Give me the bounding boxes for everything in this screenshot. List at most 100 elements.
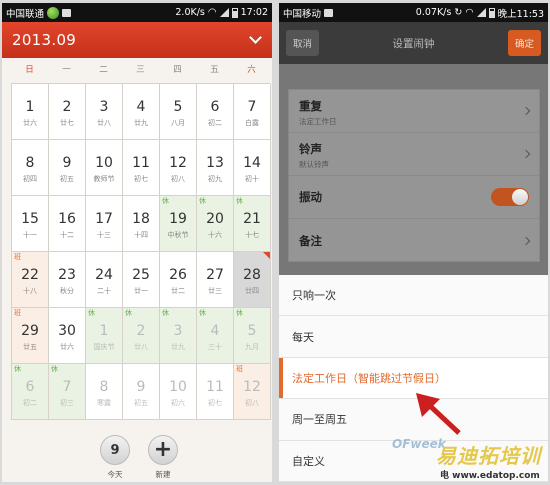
alarm-settings-card: 重复 法定工作日 铃声 默认铃声 振动 备注 <box>288 89 540 262</box>
day-cell[interactable]: 16 十二 <box>49 196 86 252</box>
day-cell[interactable]: 11 初七 <box>197 364 234 420</box>
day-number: 8 <box>25 155 35 171</box>
day-number: 28 <box>243 267 261 283</box>
chevron-down-icon[interactable] <box>249 31 262 44</box>
option-daily[interactable]: 每天 <box>279 316 548 358</box>
day-number: 19 <box>169 211 187 227</box>
day-cell[interactable]: 9 初五 <box>123 364 160 420</box>
setting-row-note[interactable]: 备注 <box>289 219 539 262</box>
action-bar: 取消 设置闹钟 确定 <box>279 22 548 64</box>
day-cell[interactable]: 9 初五 <box>49 140 86 196</box>
day-number: 7 <box>62 379 72 395</box>
holiday-badge: 休 <box>88 309 95 317</box>
lunar-label: 中秋节 <box>167 231 189 239</box>
lunar-label: 十三 <box>97 231 111 239</box>
day-number: 1 <box>99 323 109 339</box>
day-cell[interactable]: 25 廿一 <box>123 252 160 308</box>
day-cell[interactable]: 休 6 初二 <box>12 364 49 420</box>
lunar-label: 廿七 <box>60 119 74 127</box>
left-phone-calendar: 中国联通 2.0K/s ◠ 17:02 2013.09 日 一 二 三 四 五 六 1 廿六 2… <box>2 3 272 482</box>
day-cell[interactable]: 14 初十 <box>234 140 271 196</box>
holiday-badge: 休 <box>199 309 206 317</box>
day-cell[interactable]: 2 廿七 <box>49 84 86 140</box>
today-button[interactable]: 9 <box>100 435 130 465</box>
day-number: 23 <box>58 267 76 283</box>
day-cell[interactable]: 26 廿二 <box>160 252 197 308</box>
cancel-button[interactable]: 取消 <box>286 30 320 56</box>
day-cell[interactable]: 15 十一 <box>12 196 49 252</box>
day-cell[interactable]: 8 寒露 <box>86 364 123 420</box>
setting-row-ringtone[interactable]: 铃声 默认铃声 <box>289 133 539 176</box>
day-cell[interactable]: 休 19 中秋节 <box>160 196 197 252</box>
holiday-badge: 休 <box>236 197 243 205</box>
weekday-label: 六 <box>247 65 256 75</box>
day-number: 14 <box>243 155 261 171</box>
day-cell[interactable]: 3 廿八 <box>86 84 123 140</box>
day-cell[interactable]: 4 廿九 <box>123 84 160 140</box>
option-once[interactable]: 只响一次 <box>279 275 548 317</box>
lunar-label: 廿六 <box>60 343 74 351</box>
battery-icon <box>488 7 495 18</box>
lunar-label: 十六 <box>208 231 222 239</box>
day-cell[interactable]: 休 1 国庆节 <box>86 308 123 364</box>
lunar-label: 初三 <box>60 399 74 407</box>
day-cell[interactable]: 8 初四 <box>12 140 49 196</box>
day-cell[interactable]: 17 十三 <box>86 196 123 252</box>
day-cell[interactable]: 休 20 十六 <box>197 196 234 252</box>
day-cell[interactable]: 班 29 廿五 <box>12 308 49 364</box>
weekday-label: 四 <box>173 65 182 75</box>
day-cell[interactable]: 10 初六 <box>160 364 197 420</box>
red-arrow-annotation <box>416 393 461 435</box>
vibrate-toggle[interactable] <box>491 188 529 206</box>
day-cell[interactable]: 28 廿四 <box>234 252 271 308</box>
day-cell[interactable]: 11 初七 <box>123 140 160 196</box>
day-cell[interactable]: 13 初九 <box>197 140 234 196</box>
day-cell[interactable]: 休 7 初三 <box>49 364 86 420</box>
day-cell[interactable]: 5 八月 <box>160 84 197 140</box>
day-cell[interactable]: 休 3 廿九 <box>160 308 197 364</box>
carrier-label: 中国移动 <box>283 8 322 20</box>
day-cell[interactable]: 30 廿六 <box>49 308 86 364</box>
lunar-label: 初四 <box>23 175 37 183</box>
day-number: 26 <box>169 267 187 283</box>
day-cell[interactable]: 24 二十 <box>86 252 123 308</box>
confirm-button[interactable]: 确定 <box>507 30 541 56</box>
lunar-label: 十一 <box>23 231 37 239</box>
lunar-label: 初五 <box>60 175 74 183</box>
lunar-label: 十二 <box>60 231 74 239</box>
day-cell[interactable]: 休 2 廿八 <box>123 308 160 364</box>
day-cell[interactable]: 休 21 十七 <box>234 196 271 252</box>
day-cell[interactable]: 18 十四 <box>123 196 160 252</box>
day-cell[interactable]: 12 初八 <box>160 140 197 196</box>
chevron-right-icon <box>521 149 531 159</box>
chevron-right-icon <box>521 236 531 245</box>
setting-row-repeat[interactable]: 重复 法定工作日 <box>289 90 539 133</box>
setting-title: 振动 <box>299 190 322 204</box>
day-number: 8 <box>99 379 109 395</box>
day-cell[interactable]: 7 白露 <box>234 84 271 140</box>
lunar-label: 初八 <box>245 399 259 407</box>
status-bar: 中国联通 2.0K/s ◠ 17:02 <box>2 3 272 22</box>
day-number: 1 <box>25 99 35 115</box>
day-cell[interactable]: 休 4 三十 <box>197 308 234 364</box>
day-cell[interactable]: 班 12 初八 <box>234 364 271 420</box>
holiday-badge: 休 <box>125 309 132 317</box>
chevron-right-icon <box>521 106 531 116</box>
lunar-label: 初十 <box>245 175 259 183</box>
month-title[interactable]: 2013.09 <box>12 31 76 49</box>
day-cell[interactable]: 休 5 九月 <box>234 308 271 364</box>
lunar-label: 廿六 <box>23 119 37 127</box>
day-cell[interactable]: 班 22 十八 <box>12 252 49 308</box>
day-cell[interactable]: 27 廿三 <box>197 252 234 308</box>
lunar-label: 初七 <box>134 175 148 183</box>
day-cell[interactable]: 10 教师节 <box>86 140 123 196</box>
day-number: 7 <box>247 99 257 115</box>
day-cell[interactable]: 23 秋分 <box>49 252 86 308</box>
lunar-label: 初九 <box>208 175 222 183</box>
day-cell[interactable]: 6 初二 <box>197 84 234 140</box>
network-speed: 0.07K/s <box>415 7 452 18</box>
day-cell[interactable]: 1 廿六 <box>12 84 49 140</box>
setting-title: 重复 <box>299 99 322 113</box>
weekday-label: 日 <box>25 65 34 75</box>
new-event-button[interactable]: + <box>148 435 178 465</box>
